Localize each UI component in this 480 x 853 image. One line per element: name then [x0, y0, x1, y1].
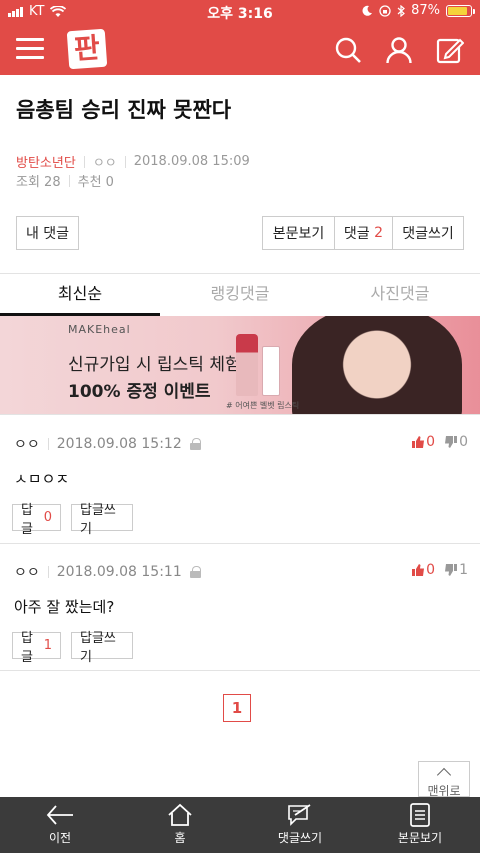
- comment-body: 아주 잘 짰는데?: [14, 598, 115, 616]
- battery-icon: [446, 4, 475, 17]
- post-action-group: 본문보기 댓글 2 댓글쓰기: [262, 216, 464, 250]
- comment-body: ㅅㅁㅇㅈ: [14, 470, 70, 488]
- nav-write-comment[interactable]: 댓글쓰기: [240, 797, 360, 853]
- post-stats: 조회 28 추천 0: [16, 171, 114, 190]
- write-comment-button[interactable]: 댓글쓰기: [393, 217, 463, 249]
- chevron-up-icon: [436, 767, 452, 783]
- post-datetime: 2018.09.08 15:09: [133, 154, 250, 169]
- nav-back-label: 이전: [48, 831, 72, 845]
- lipstick-image: [236, 334, 258, 396]
- pann-logo[interactable]: 판: [66, 28, 108, 70]
- search-icon[interactable]: [334, 36, 362, 64]
- bluetooth-icon: [397, 4, 406, 17]
- reply-count: 1: [43, 638, 52, 653]
- user-icon[interactable]: [385, 36, 413, 64]
- nav-home[interactable]: 홈: [120, 797, 240, 853]
- my-comments-button[interactable]: 내 댓글: [16, 216, 79, 250]
- bottom-nav: 이전 홈 댓글쓰기 본문보기: [0, 797, 480, 853]
- divider: [0, 543, 480, 544]
- nav-home-label: 홈: [174, 831, 186, 845]
- thumbs-up-icon: [412, 564, 425, 576]
- battery-percent: 87%: [411, 3, 440, 18]
- reply-button[interactable]: 답글 1: [12, 631, 61, 665]
- lock-icon: [189, 438, 201, 450]
- reply-label: 답글: [21, 502, 33, 537]
- reply-label: 답글: [21, 630, 33, 665]
- post-nickname: ㅇㅇ: [92, 156, 117, 171]
- post-title: 음총팀 승리 진짜 못짠다: [16, 98, 232, 122]
- lock-icon: [189, 566, 201, 578]
- comment-meta: ㅇㅇ 2018.09.08 15:11: [14, 562, 201, 582]
- comment-meta: ㅇㅇ 2018.09.08 15:12: [14, 434, 201, 454]
- divider: [0, 414, 480, 415]
- scroll-to-top-label: 맨위로: [427, 784, 461, 798]
- comment-sort-tabs: 최신순 랭킹댓글 사진댓글: [0, 274, 480, 316]
- banner-line1: 신규가입 시 립스틱 체험분: [68, 355, 257, 375]
- recommend-count: 추천 0: [77, 175, 114, 190]
- status-right: 87%: [362, 3, 475, 18]
- edit-icon[interactable]: [436, 36, 464, 64]
- downvote-count: 1: [459, 562, 468, 578]
- banner-brand: MAKEheal: [68, 323, 131, 336]
- banner-line2: 100% 증정 이벤트: [68, 382, 211, 402]
- lipstick-case-image: [262, 346, 280, 396]
- menu-icon[interactable]: [16, 38, 44, 60]
- divider: [0, 670, 480, 671]
- comment-nickname: ㅇㅇ: [14, 565, 40, 581]
- comments-count: 2: [374, 225, 384, 241]
- upvote-count: 0: [426, 434, 436, 450]
- downvote-count: 0: [459, 434, 468, 450]
- comment-votes: 0 0: [412, 434, 468, 450]
- divider: [47, 566, 49, 578]
- banner-caption: # 어여쁜 벨벳 립스틱: [226, 401, 300, 410]
- divider: [124, 155, 126, 168]
- page-number-current[interactable]: 1: [223, 694, 251, 722]
- model-image: [292, 316, 462, 414]
- rotation-lock-icon: [379, 4, 391, 17]
- ad-banner[interactable]: MAKEheal 신규가입 시 립스틱 체험분 100% 증정 이벤트 # 어여…: [0, 316, 480, 414]
- tab-latest[interactable]: 최신순: [0, 274, 160, 316]
- thumbs-down-icon: [445, 436, 458, 448]
- upvote-button[interactable]: 0: [412, 434, 435, 450]
- comment-nickname: ㅇㅇ: [14, 437, 40, 453]
- comment-datetime: 2018.09.08 15:12: [56, 436, 182, 452]
- downvote-button[interactable]: 1: [445, 562, 468, 578]
- downvote-button[interactable]: 0: [445, 434, 468, 450]
- nav-view-post[interactable]: 본문보기: [360, 797, 480, 853]
- tab-photo[interactable]: 사진댓글: [320, 274, 480, 316]
- upvote-button[interactable]: 0: [412, 562, 435, 578]
- view-post-button[interactable]: 본문보기: [263, 217, 335, 249]
- reply-button[interactable]: 답글 0: [12, 503, 61, 537]
- comments-button[interactable]: 댓글 2: [335, 217, 393, 249]
- post-category[interactable]: 방탄소년단: [16, 152, 76, 171]
- scroll-to-top-button[interactable]: 맨위로: [418, 761, 470, 798]
- reply-count: 0: [43, 510, 52, 525]
- view-count: 조회 28: [16, 175, 61, 190]
- tab-ranking[interactable]: 랭킹댓글: [160, 274, 320, 316]
- write-reply-button[interactable]: 답글쓰기: [71, 503, 133, 537]
- moon-icon: [362, 5, 373, 16]
- comment-write-icon: [288, 804, 311, 826]
- status-bar: KT 오후 3:16 87%: [0, 0, 480, 24]
- write-reply-button[interactable]: 답글쓰기: [71, 631, 133, 665]
- home-icon: [168, 803, 192, 826]
- divider: [83, 155, 85, 168]
- post-meta: 방탄소년단 ㅇㅇ 2018.09.08 15:09: [16, 152, 250, 171]
- comment-datetime: 2018.09.08 15:11: [56, 564, 182, 580]
- thumbs-down-icon: [445, 564, 458, 576]
- app-header: 판: [0, 24, 480, 75]
- nav-back[interactable]: 이전: [0, 797, 120, 853]
- nav-write-comment-label: 댓글쓰기: [277, 831, 323, 845]
- comments-label: 댓글: [343, 226, 370, 242]
- upvote-count: 0: [426, 562, 436, 578]
- document-icon: [410, 803, 430, 827]
- divider: [68, 174, 70, 187]
- comment-votes: 0 1: [412, 562, 468, 578]
- nav-view-post-label: 본문보기: [397, 831, 443, 845]
- divider: [47, 438, 49, 450]
- back-arrow-icon: [46, 805, 73, 825]
- thumbs-up-icon: [412, 436, 425, 448]
